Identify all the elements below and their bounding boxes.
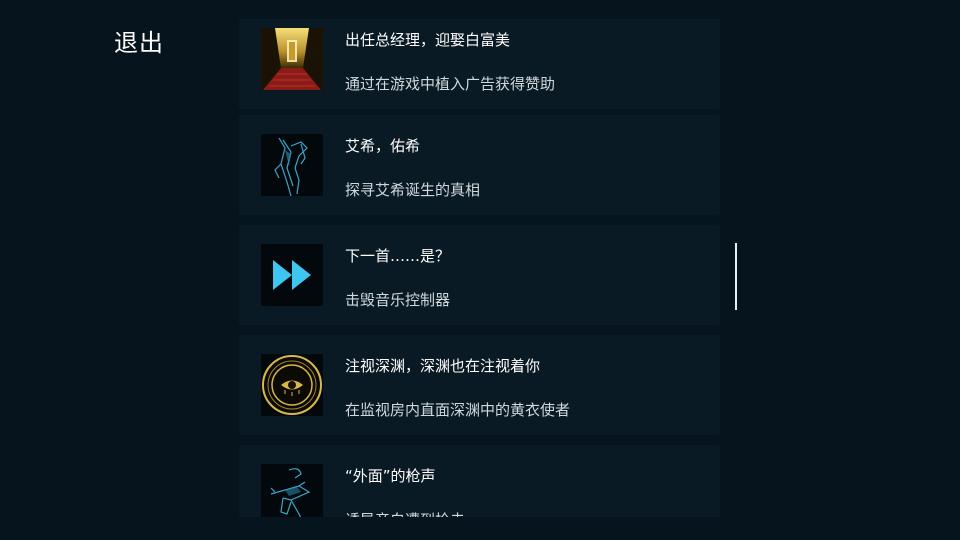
achievement-card[interactable]: 下一首……是？ 击毁音乐控制器	[239, 225, 720, 325]
fast-forward-icon	[261, 244, 323, 306]
achievement-description: 通过在游戏中植入广告获得赞助	[345, 75, 556, 93]
achievement-card[interactable]: 注视深渊，深渊也在注视着你 在监视房内直面深渊中的黄衣使者	[239, 335, 720, 435]
gun-hand-icon	[261, 464, 323, 517]
eye-seal-icon	[261, 354, 323, 416]
achievement-description: 诱导帝白遭到枪击	[345, 509, 465, 517]
exit-button[interactable]: 退出	[114, 26, 164, 60]
achievement-description: 探寻艾希诞生的真相	[345, 181, 481, 199]
achievement-description: 在监视房内直面深渊中的黄衣使者	[345, 401, 571, 419]
golden-corridor-icon	[261, 28, 323, 90]
achievement-card[interactable]: 艾希，佑希 探寻艾希诞生的真相	[239, 115, 720, 215]
achievement-description: 击毁音乐控制器	[345, 291, 451, 309]
achievement-card[interactable]: 出任总经理，迎娶白富美 通过在游戏中植入广告获得赞助	[239, 19, 720, 109]
achievement-title: 注视深渊，深渊也在注视着你	[345, 357, 541, 375]
scrollbar-thumb[interactable]	[735, 243, 737, 310]
achievement-title: 下一首……是？	[345, 247, 451, 265]
achievement-title: “外面”的枪声	[345, 467, 436, 485]
achievement-card[interactable]: “外面”的枪声 诱导帝白遭到枪击	[239, 445, 720, 517]
achievement-title: 艾希，佑希	[345, 137, 421, 155]
achievement-title: 出任总经理，迎娶白富美	[345, 31, 511, 49]
achievement-list[interactable]: 出任总经理，迎娶白富美 通过在游戏中植入广告获得赞助 艾希，佑希 探寻艾希诞生的…	[239, 19, 720, 517]
blade-figure-icon	[261, 134, 323, 196]
